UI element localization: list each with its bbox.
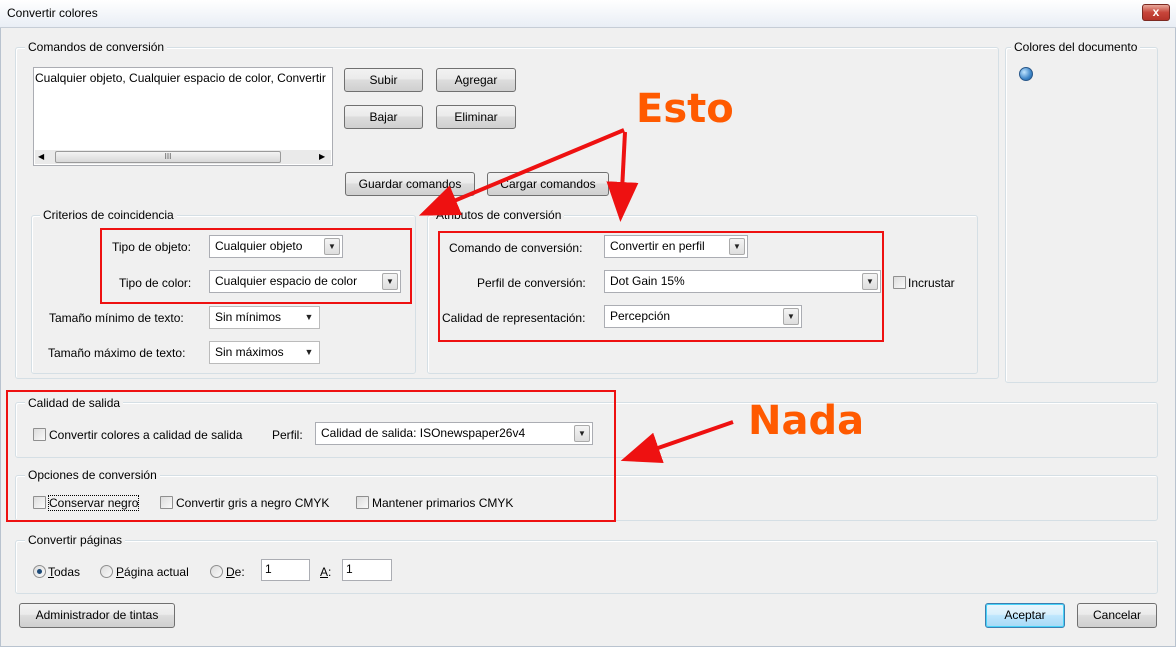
annotation-arrows: [418, 128, 734, 463]
arrow-to-attributes: [606, 131, 639, 222]
arrow-to-criteria: [418, 128, 625, 216]
arrow-to-output: [620, 420, 734, 463]
